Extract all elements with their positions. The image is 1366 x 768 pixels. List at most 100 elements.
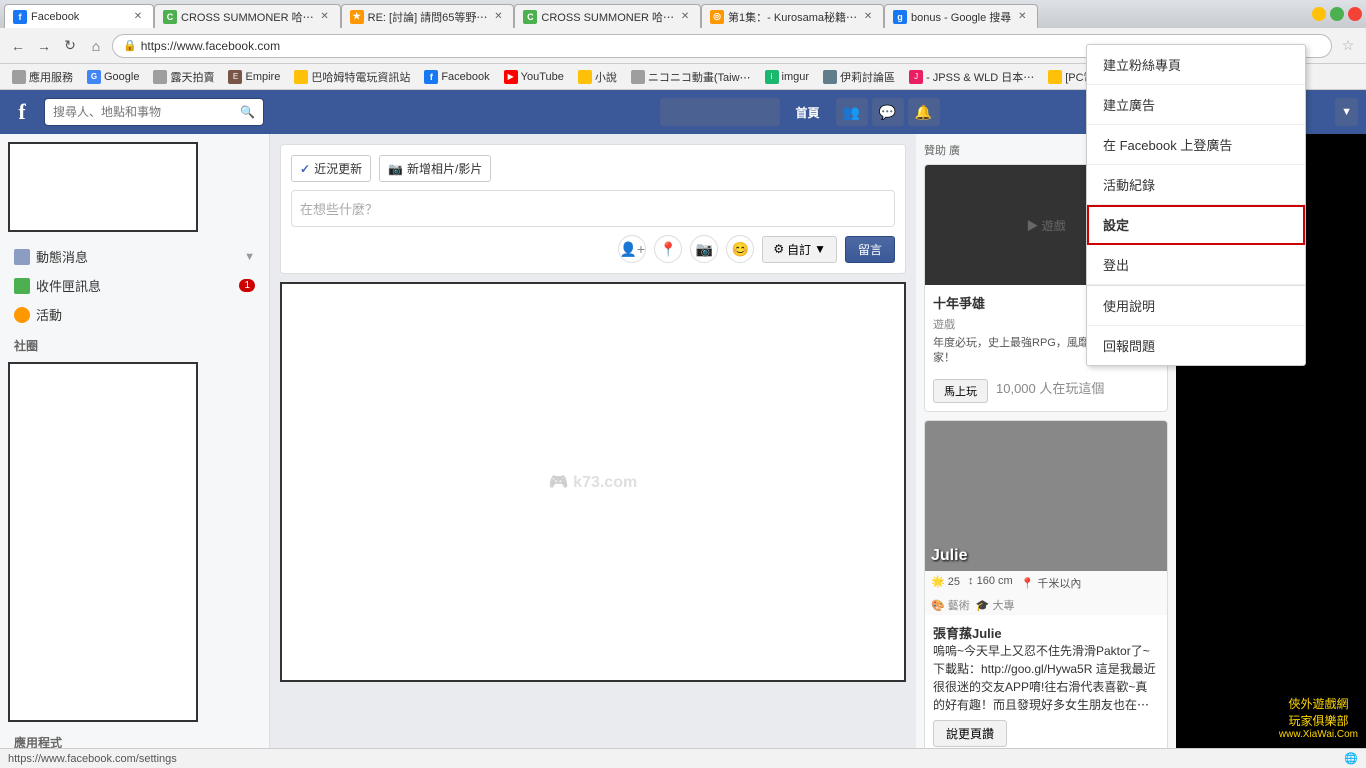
tab-cross1[interactable]: C CROSS SUMMONER 哈⋯ ✕ xyxy=(154,4,341,28)
post-tab-photo[interactable]: 📷 新增相片/影片 xyxy=(379,155,491,182)
sidebar-activities[interactable]: 活動 xyxy=(8,300,261,329)
maximize-button[interactable] xyxy=(1330,7,1344,21)
photo-icon: 📷 xyxy=(388,162,403,176)
camera-icon[interactable]: 📷 xyxy=(690,235,718,263)
julie-name: 張育蓀Julie xyxy=(933,623,1159,642)
post-input-area[interactable]: 在想些什麼？ xyxy=(291,190,895,227)
custom-button[interactable]: ⚙ 自訂 ▼ xyxy=(762,236,837,263)
dropdown-create-ad[interactable]: 建立廣告 xyxy=(1087,90,1305,125)
bookmark-imgur[interactable]: i imgur xyxy=(759,68,816,86)
tab-close-re[interactable]: ✕ xyxy=(491,10,505,24)
tab-google[interactable]: g bonus - Google 搜尋 ✕ xyxy=(884,4,1038,28)
post-tabs: ✓ 近況更新 📷 新增相片/影片 xyxy=(291,155,895,182)
custom-button-label: 自訂 xyxy=(787,241,811,258)
post-tab-status[interactable]: ✓ 近況更新 xyxy=(291,155,371,182)
bookmark-nico-icon xyxy=(631,70,645,84)
tab-close-facebook[interactable]: ✕ xyxy=(131,10,145,24)
gear-icon: ⚙ xyxy=(773,242,784,256)
overlay-url: www.XiaWai.Com xyxy=(1279,729,1358,740)
location-icon[interactable]: 📍 xyxy=(654,235,682,263)
tab-favicon-cross2: C xyxy=(523,10,537,24)
tab-close-cross1[interactable]: ✕ xyxy=(318,10,332,24)
post-button[interactable]: 留言 xyxy=(845,236,895,263)
bookmark-star-icon[interactable]: ☆ xyxy=(1338,36,1358,56)
tab-favicon-google: g xyxy=(893,10,907,24)
bookmark-elia-label: 伊莉討論區 xyxy=(840,69,895,85)
bookmark-youtube[interactable]: ▶ YouTube xyxy=(498,68,570,86)
bookmark-jpss-label: - JPSS & WLD 日本⋯ xyxy=(926,69,1034,85)
dropdown-activity-log[interactable]: 活動紀錄 xyxy=(1087,165,1305,205)
overlay-brand: 俠外遊戲網 玩家俱樂部 www.XiaWai.Com xyxy=(1279,695,1358,740)
fb-logo[interactable]: f xyxy=(8,98,36,126)
sidebar-activities-label: 活動 xyxy=(36,305,62,324)
dropdown-settings[interactable]: 設定 xyxy=(1087,205,1305,245)
bookmark-novel-label: 小說 xyxy=(595,69,617,85)
bookmark-elia[interactable]: 伊莉討論區 xyxy=(817,67,901,87)
bookmark-youtube-icon: ▶ xyxy=(504,70,518,84)
bookmark-empire-label: Empire xyxy=(245,71,280,83)
feed-item: 🎮 k73.com xyxy=(280,282,906,682)
home-button[interactable]: ⌂ xyxy=(86,36,106,56)
tab-re[interactable]: ★ RE: [討論] 請問65等野⋯ ✕ xyxy=(341,4,515,28)
bookmark-google[interactable]: G Google xyxy=(81,68,145,86)
dropdown-logout[interactable]: 登出 xyxy=(1087,245,1305,285)
bookmark-露天[interactable]: 露天拍賣 xyxy=(147,67,220,87)
dropdown-report[interactable]: 回報問題 xyxy=(1087,326,1305,365)
bookmark-empire[interactable]: E Empire xyxy=(222,68,286,86)
fb-notifications-icon-button[interactable]: 🔔 xyxy=(908,98,940,126)
fb-search-box[interactable]: 🔍 xyxy=(44,98,264,126)
search-icon: 🔍 xyxy=(240,105,255,119)
post-placeholder: 在想些什麼？ xyxy=(300,202,378,217)
fb-search-input[interactable] xyxy=(53,105,236,119)
game-image-placeholder: ▶ 遊戲 xyxy=(1026,217,1065,234)
fb-friends-icon-button[interactable]: 👥 xyxy=(836,98,868,126)
julie-like-button[interactable]: 說更頁讚 xyxy=(933,720,1007,747)
bookmark-empire-icon: E xyxy=(228,70,242,84)
bookmark-facebook[interactable]: f Facebook xyxy=(418,68,495,86)
bookmark-apps[interactable]: 應用服務 xyxy=(6,67,79,87)
tab-close-google[interactable]: ✕ xyxy=(1015,10,1029,24)
fb-account-dropdown-button[interactable]: ▼ xyxy=(1335,98,1358,126)
tab-close-cross2[interactable]: ✕ xyxy=(678,10,692,24)
sidebar-news-feed-arrow: ▼ xyxy=(244,251,255,263)
tab-check-icon: ✓ xyxy=(300,162,310,176)
overlay-title: 俠外遊戲網 xyxy=(1279,695,1358,712)
julie-tag1: 🎨 藝術 xyxy=(931,597,970,613)
sidebar-news-feed[interactable]: 動態消息 ▼ xyxy=(8,242,261,271)
forward-button[interactable]: → xyxy=(34,36,54,56)
fb-left-sidebar: 動態消息 ▼ 收件匣訊息 1 活動 社圈 應用程式 xyxy=(0,134,270,748)
minimize-button[interactable] xyxy=(1312,7,1326,21)
bookmark-jpss[interactable]: J - JPSS & WLD 日本⋯ xyxy=(903,67,1040,87)
bookmark-novel[interactable]: 小說 xyxy=(572,67,623,87)
back-button[interactable]: ← xyxy=(8,36,28,56)
fb-home-button[interactable]: 首頁 xyxy=(784,98,832,127)
bookmark-bahamut[interactable]: 巴哈姆特電玩資訊站 xyxy=(288,67,416,87)
bookmark-jpss-icon: J xyxy=(909,70,923,84)
fb-nav-right: ▼ xyxy=(1335,98,1358,126)
bookmark-nico[interactable]: ニコニコ動畫(Taiw⋯ xyxy=(625,67,757,87)
tab-kuro[interactable]: ◎ 第1集：- Kurosama秘籍⋯ ✕ xyxy=(701,4,884,28)
tab-title-kuro: 第1集：- Kurosama秘籍⋯ xyxy=(728,9,857,25)
sidebar-apps-title: 應用程式 xyxy=(8,726,261,748)
tab-cross2[interactable]: C CROSS SUMMONER 哈⋯ ✕ xyxy=(514,4,701,28)
game-play-button[interactable]: 馬上玩 xyxy=(933,379,988,403)
add-friend-icon[interactable]: 👤+ xyxy=(618,235,646,263)
tab-title-facebook: Facebook xyxy=(31,11,127,23)
julie-image: Julie xyxy=(925,421,1167,571)
fb-messages-icon-button[interactable]: 💬 xyxy=(872,98,904,126)
fb-profile-placeholder xyxy=(660,98,780,126)
close-button[interactable] xyxy=(1348,7,1362,21)
tab-favicon-facebook: f xyxy=(13,10,27,24)
dropdown-help[interactable]: 使用說明 xyxy=(1087,286,1305,326)
bookmark-nico-label: ニコニコ動畫(Taiw⋯ xyxy=(648,69,751,85)
dropdown-ad-on-fb[interactable]: 在 Facebook 上登廣告 xyxy=(1087,125,1305,165)
post-box: ✓ 近況更新 📷 新增相片/影片 在想些什麼？ 👤 xyxy=(280,144,906,274)
julie-ad-content: 張育蓀Julie 嗚嗚~今天早上又忍不住先滑滑Paktor了~ 下載點：http… xyxy=(925,615,1167,748)
reload-button[interactable]: ↻ xyxy=(60,36,80,56)
sidebar-messages[interactable]: 收件匣訊息 1 xyxy=(8,271,261,300)
tab-facebook[interactable]: f Facebook ✕ xyxy=(4,4,154,28)
sidebar-friends-title: 社圈 xyxy=(8,329,261,358)
emoji-icon[interactable]: 😊 xyxy=(726,235,754,263)
tab-close-kuro[interactable]: ✕ xyxy=(861,10,875,24)
bookmark-露天-label: 露天拍賣 xyxy=(170,69,214,85)
